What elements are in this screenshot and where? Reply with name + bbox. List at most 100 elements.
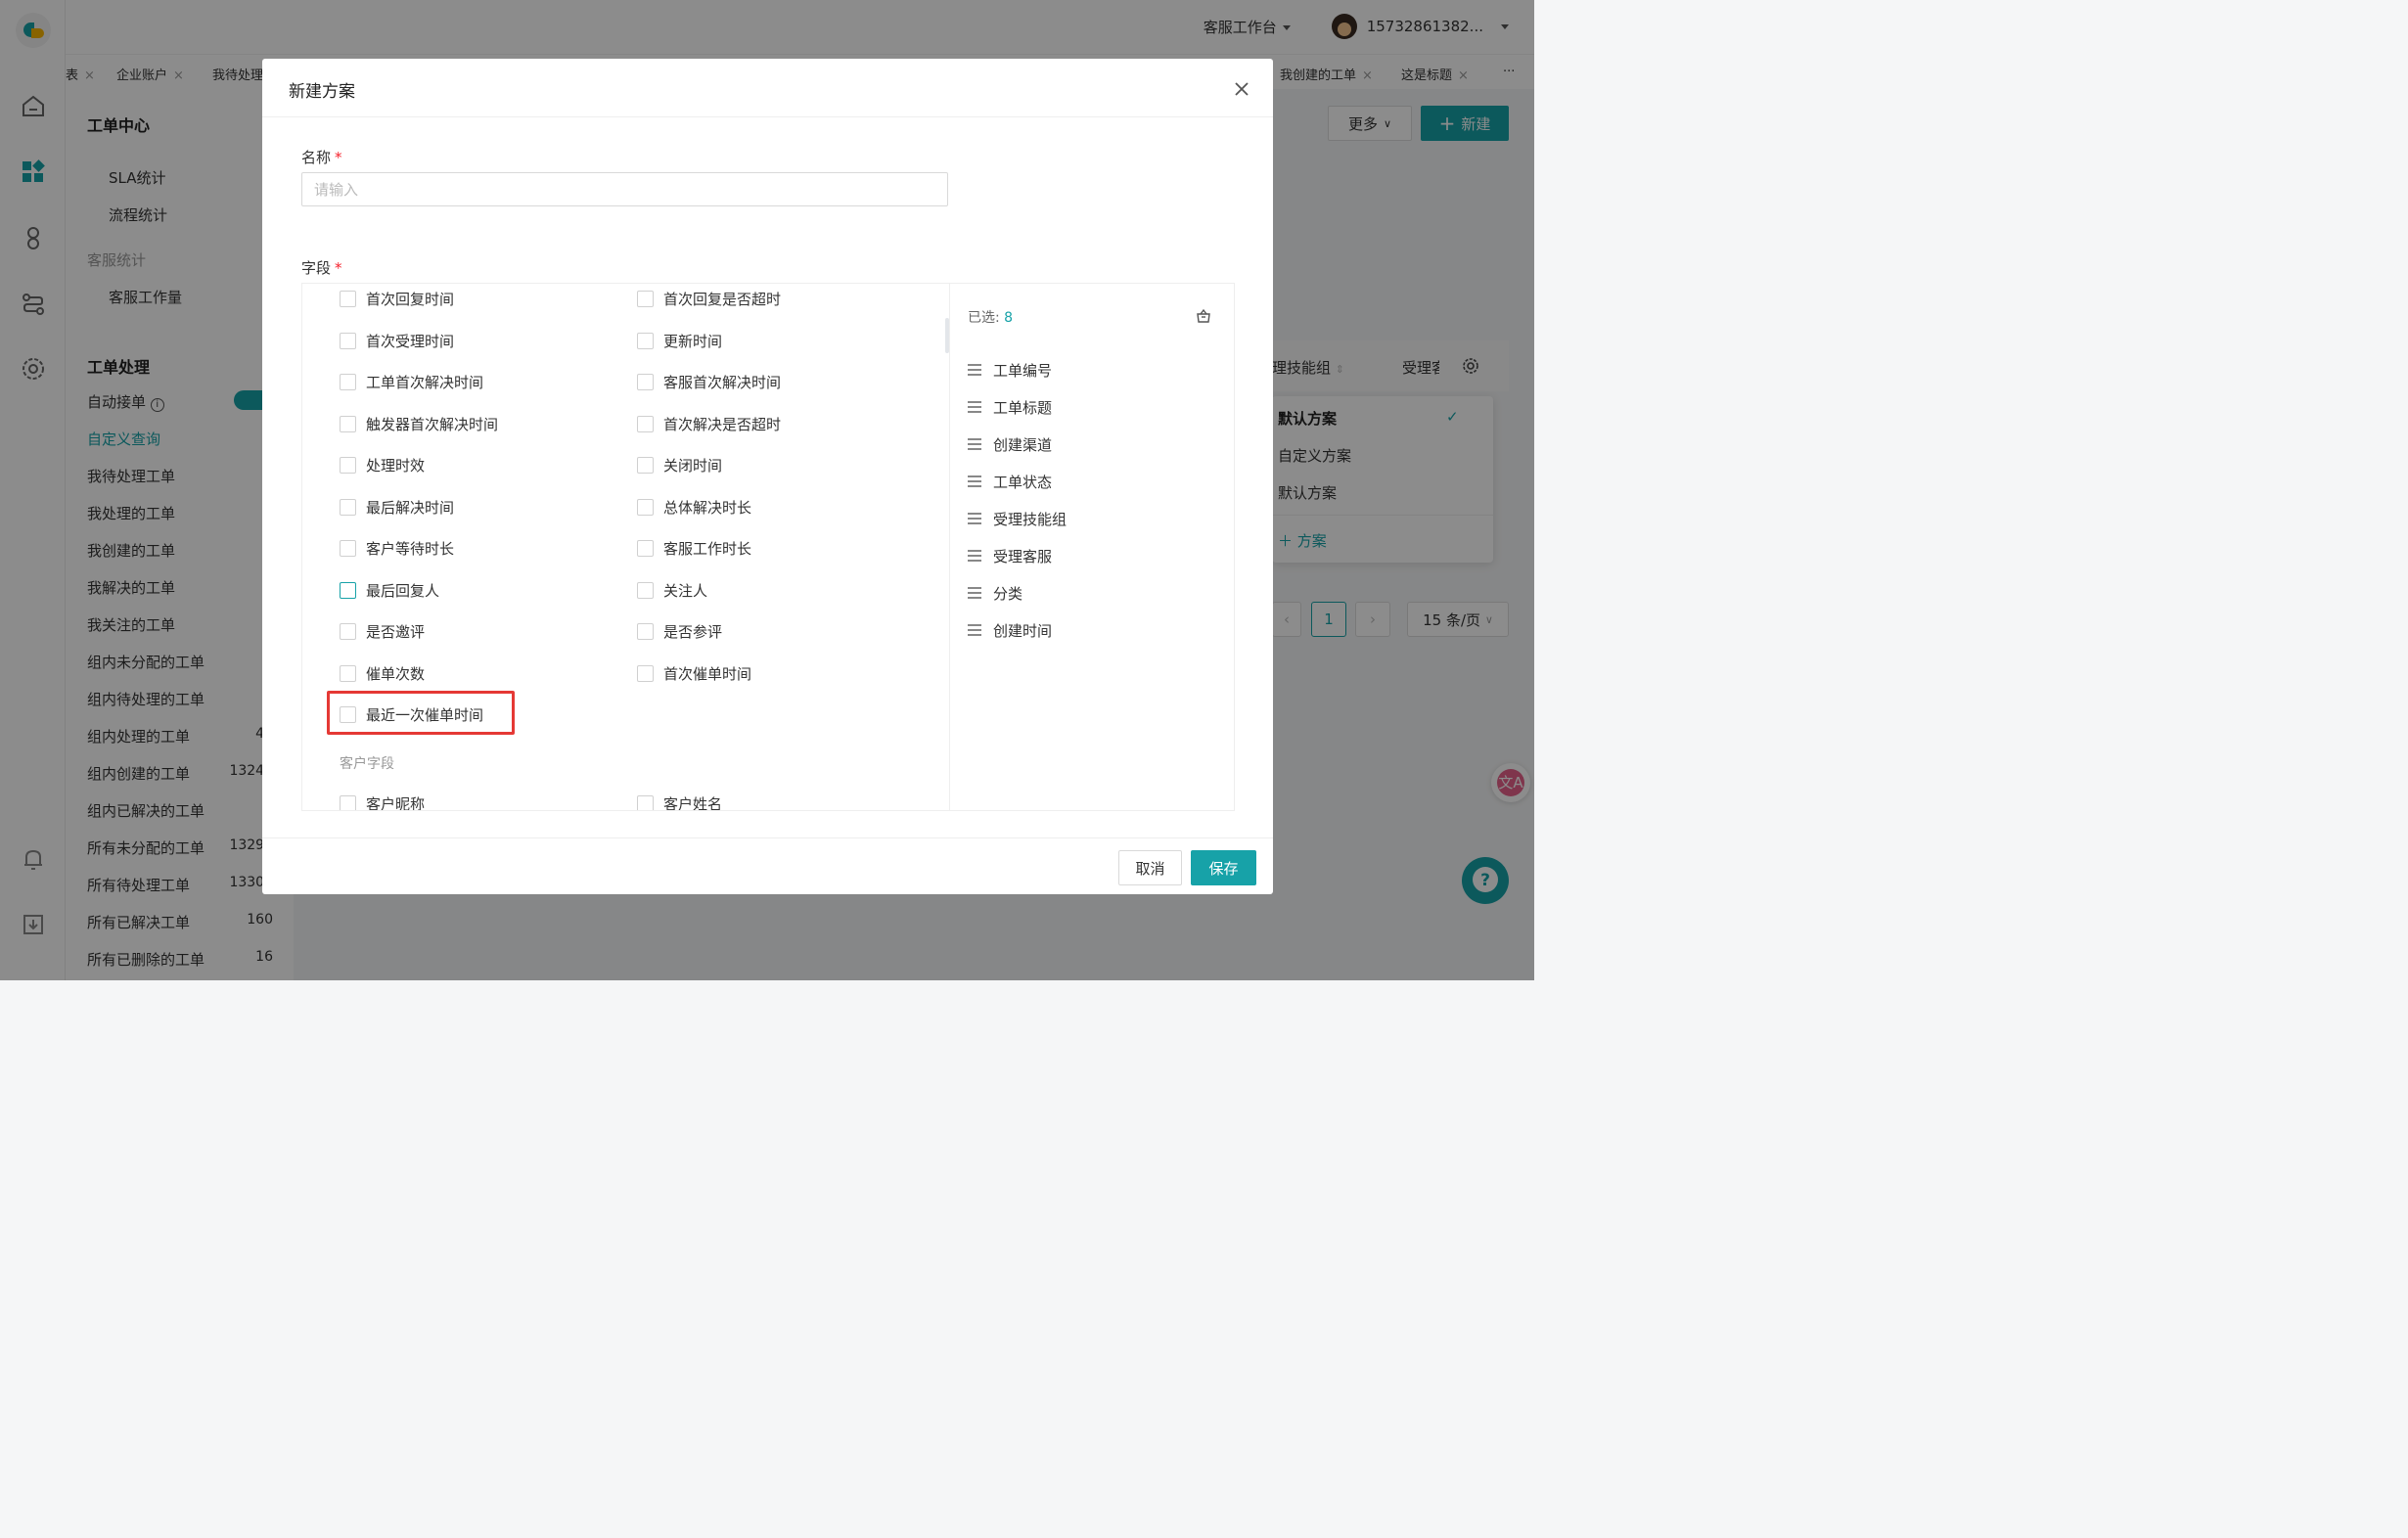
drag-handle-icon[interactable] [968, 401, 981, 413]
field-checkbox[interactable]: 客户姓名 [637, 792, 723, 811]
field-label: 关闭时间 [663, 456, 723, 475]
save-button[interactable]: 保存 [1191, 850, 1256, 885]
field-checkbox[interactable]: 首次解决是否超时 [637, 412, 781, 435]
field-label: 总体解决时长 [663, 498, 752, 517]
selected-field-item[interactable]: 创建渠道 [968, 432, 1052, 456]
field-label: 客服工作时长 [663, 539, 752, 558]
field-checkbox[interactable]: 关注人 [637, 578, 707, 602]
field-checkbox[interactable]: 催单次数 [340, 661, 425, 685]
checkbox[interactable] [340, 290, 356, 307]
field-checkbox[interactable]: 总体解决时长 [637, 495, 751, 519]
name-label: 名称 * [301, 149, 342, 166]
drag-handle-icon[interactable] [968, 587, 981, 599]
drag-handle-icon[interactable] [968, 475, 981, 487]
checkbox[interactable] [340, 415, 356, 432]
checkbox[interactable] [340, 539, 356, 557]
field-label: 首次受理时间 [366, 332, 455, 350]
new-scheme-dialog: 新建方案 名称* 字段* 首次回复时间 首次受理时间 工单首次解决时间 触发器首… [262, 59, 1273, 894]
drag-handle-icon[interactable] [968, 438, 981, 450]
selected-fields-panel: 已选: 8 工单编号 工单标题 创建渠道 工单状态 受理技能组 受理客服 分类 … [950, 284, 1234, 810]
field-label: 工单首次解决时间 [366, 373, 484, 391]
field-checkbox[interactable]: 客服首次解决时间 [637, 370, 781, 393]
required-mark: * [335, 149, 342, 166]
drag-handle-icon[interactable] [968, 624, 981, 636]
field-label: 客户姓名 [663, 794, 723, 811]
checkbox[interactable] [340, 456, 356, 474]
field-label: 最近一次催单时间 [366, 705, 484, 724]
field-checkbox[interactable]: 最后解决时间 [340, 495, 454, 519]
checkbox[interactable] [340, 498, 356, 516]
checkbox[interactable] [637, 539, 654, 557]
field-label: 首次催单时间 [663, 664, 752, 683]
checkbox[interactable] [340, 581, 356, 599]
checkbox[interactable] [637, 332, 654, 349]
drag-handle-icon[interactable] [968, 364, 981, 376]
dialog-footer: 取消 保存 [262, 837, 1273, 894]
field-label: 首次回复是否超时 [663, 290, 782, 308]
selected-field-item[interactable]: 分类 [968, 581, 1022, 605]
field-checkbox[interactable]: 最近一次催单时间 [340, 702, 483, 726]
field-label: 触发器首次解决时间 [366, 415, 499, 433]
field-checkbox[interactable]: 是否参评 [637, 619, 722, 643]
checkbox[interactable] [637, 498, 654, 516]
field-checkbox[interactable]: 触发器首次解决时间 [340, 412, 498, 435]
checkbox[interactable] [637, 290, 654, 307]
field-label: 关注人 [663, 581, 708, 600]
selected-field-item[interactable]: 工单标题 [968, 395, 1052, 419]
field-checkbox[interactable]: 处理时效 [340, 453, 425, 476]
close-icon[interactable] [1232, 79, 1251, 99]
selected-count-label: 已选: 8 [968, 310, 1014, 326]
field-label: 首次解决是否超时 [663, 415, 782, 433]
field-checkbox[interactable]: 客户昵称 [340, 792, 426, 811]
checkbox[interactable] [637, 622, 654, 640]
checkbox[interactable] [340, 332, 356, 349]
field-label: 客户昵称 [366, 794, 426, 811]
field-checkbox[interactable]: 关闭时间 [637, 453, 722, 476]
field-checkbox[interactable]: 工单首次解决时间 [340, 370, 483, 393]
checkbox[interactable] [637, 456, 654, 474]
checkbox[interactable] [637, 373, 654, 390]
available-fields[interactable]: 首次回复时间 首次受理时间 工单首次解决时间 触发器首次解决时间 处理时效 最后… [302, 284, 950, 811]
field-label: 处理时效 [366, 456, 426, 475]
name-input[interactable] [301, 172, 948, 206]
selected-field-item[interactable]: 创建时间 [968, 618, 1052, 642]
checkbox[interactable] [637, 664, 654, 682]
checkbox[interactable] [637, 581, 654, 599]
drag-handle-icon[interactable] [968, 513, 981, 524]
field-checkbox[interactable]: 更新时间 [637, 329, 722, 352]
field-checkbox[interactable]: 首次回复是否超时 [637, 287, 781, 310]
field-label: 最后回复人 [366, 581, 440, 600]
checkbox[interactable] [340, 373, 356, 390]
drag-handle-icon[interactable] [968, 550, 981, 562]
clear-basket-icon[interactable] [1195, 307, 1212, 325]
checkbox[interactable] [637, 794, 654, 810]
selected-field-item[interactable]: 工单编号 [968, 358, 1052, 382]
cancel-button[interactable]: 取消 [1118, 850, 1182, 885]
checkbox[interactable] [637, 415, 654, 432]
field-label: 是否邀评 [366, 622, 426, 641]
field-label: 客户等待时长 [366, 539, 455, 558]
checkbox[interactable] [340, 794, 356, 810]
field-label: 更新时间 [663, 332, 723, 350]
scrollbar-thumb[interactable] [945, 318, 949, 353]
field-checkbox[interactable]: 是否邀评 [340, 619, 425, 643]
field-label: 催单次数 [366, 664, 426, 683]
dialog-title: 新建方案 [289, 82, 355, 102]
selected-field-item[interactable]: 工单状态 [968, 470, 1052, 493]
field-checkbox[interactable]: 客服工作时长 [637, 536, 751, 560]
selected-field-item[interactable]: 受理技能组 [968, 507, 1067, 530]
fields-label: 字段 * [301, 259, 342, 277]
checkbox[interactable] [340, 664, 356, 682]
field-checkbox[interactable]: 客户等待时长 [340, 536, 454, 560]
field-label: 首次回复时间 [366, 290, 455, 308]
selected-field-item[interactable]: 受理客服 [968, 544, 1052, 567]
field-checkbox[interactable]: 首次回复时间 [340, 287, 454, 310]
field-checkbox[interactable]: 首次催单时间 [637, 661, 751, 685]
required-mark: * [335, 259, 342, 277]
field-checkbox[interactable]: 最后回复人 [340, 578, 439, 602]
field-picker: 首次回复时间 首次受理时间 工单首次解决时间 触发器首次解决时间 处理时效 最后… [301, 283, 1235, 811]
field-checkbox[interactable]: 首次受理时间 [340, 329, 454, 352]
checkbox[interactable] [340, 622, 356, 640]
customer-fields-group-title: 客户字段 [340, 756, 394, 772]
checkbox[interactable] [340, 705, 356, 723]
